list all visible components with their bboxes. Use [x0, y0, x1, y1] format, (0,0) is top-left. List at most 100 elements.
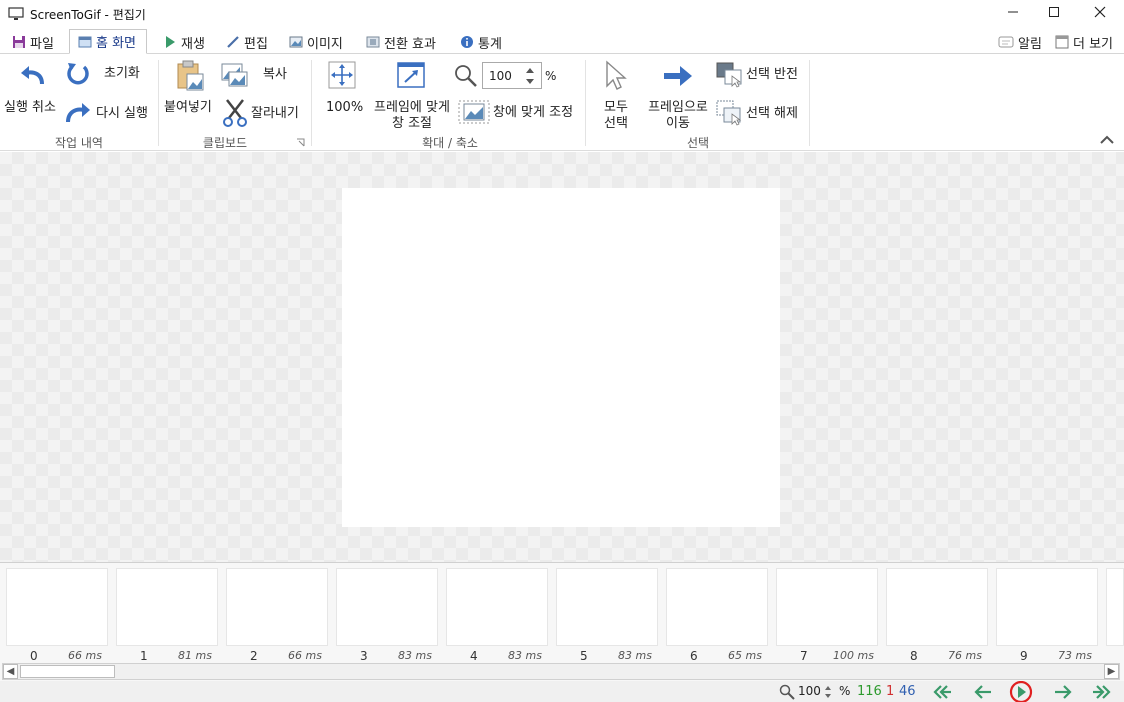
frame-thumbnail[interactable] [666, 568, 768, 646]
home-icon [78, 36, 92, 47]
frame-index: 5 [580, 649, 588, 663]
tab-label: 통계 [478, 36, 502, 52]
frame-index: 9 [1020, 649, 1028, 663]
frame-delay: 66 ms [288, 649, 322, 662]
frame-thumbnail[interactable] [336, 568, 438, 646]
previous-frame-button[interactable] [971, 682, 995, 702]
undo-icon [21, 66, 44, 85]
reset-label: 초기화 [104, 66, 140, 81]
invert-selection-label: 선택 반전 [746, 67, 798, 82]
frame-delay: 73 ms [1058, 649, 1092, 662]
fit-image-label: 창에 맞게 조정 [493, 105, 574, 120]
play-button[interactable] [1009, 681, 1033, 702]
zoom-magnifier-icon [779, 684, 795, 700]
arrow-left-icon [974, 685, 991, 699]
maximize-icon [1049, 7, 1059, 17]
play-icon [166, 36, 175, 48]
invert-selection-button[interactable]: 선택 반전 [716, 62, 806, 88]
spinner-icon[interactable] [525, 67, 535, 85]
scroll-left-button[interactable]: ◀ [3, 664, 18, 679]
frame-thumbnail[interactable] [6, 568, 108, 646]
frame-delay: 65 ms [728, 649, 762, 662]
scroll-right-button[interactable]: ▶ [1104, 664, 1119, 679]
pencil-icon [227, 36, 239, 48]
tab-playback[interactable]: 재생 [163, 30, 205, 54]
frame-thumbnail[interactable] [226, 568, 328, 646]
notification-icon [998, 36, 1014, 48]
frame-thumbnail[interactable] [446, 568, 548, 646]
cursor-icon [606, 60, 627, 90]
frame-index: 0 [30, 649, 38, 663]
scrollbar-thumb[interactable] [20, 665, 115, 678]
info-icon [461, 36, 473, 48]
chevron-left-icon: ◀ [6, 666, 15, 677]
next-frame-button[interactable] [1051, 682, 1075, 702]
cut-button[interactable]: 잘라내기 [221, 98, 307, 128]
tab-label: 파일 [30, 36, 54, 52]
selection-group-label: 선택 [686, 136, 710, 150]
tab-image[interactable]: 이미지 [289, 30, 343, 54]
frame-thumbnail[interactable] [886, 568, 988, 646]
undo-button[interactable]: 실행 취소 [4, 58, 62, 118]
tab-edit[interactable]: 편집 [226, 30, 268, 54]
status-zoom-spinner-icon[interactable] [824, 685, 832, 699]
zoom-100-button[interactable]: 100% [322, 58, 363, 118]
more-icon [1055, 35, 1069, 49]
tab-file[interactable]: 파일 [12, 30, 54, 54]
frame-delay: 83 ms [508, 649, 542, 662]
chevron-right-icon: ▶ [1107, 666, 1116, 677]
dialog-launcher-icon[interactable] [296, 138, 305, 147]
go-to-frame-button[interactable]: 프레임으로 이동 [644, 58, 712, 131]
tab-transitions[interactable]: 전환 효과 [366, 30, 436, 54]
frame-thumbnail[interactable] [776, 568, 878, 646]
editor-canvas-area[interactable] [0, 152, 1124, 562]
fit-window-label-1: 프레임에 맞게 [374, 100, 450, 115]
collapse-ribbon-icon[interactable] [1100, 134, 1114, 144]
first-frame-button[interactable] [930, 682, 954, 702]
more-label: 더 보기 [1073, 36, 1114, 52]
zoom-input-value: 100 [489, 69, 512, 83]
monitor-icon [8, 7, 24, 20]
frame-delay: 81 ms [178, 649, 212, 662]
frame-index: 2 [250, 649, 258, 663]
select-all-button[interactable]: 모두 선택 [598, 58, 634, 131]
notifications-button[interactable]: 알림 [998, 30, 1042, 54]
zoom-input[interactable]: 100 [482, 62, 542, 89]
reset-button[interactable]: 초기화 [64, 60, 148, 88]
select-all-label-1: 모두 [604, 100, 628, 115]
frame-thumbnail[interactable] [116, 568, 218, 646]
paste-button[interactable]: 붙여넣기 [163, 58, 219, 120]
copy-button[interactable]: 복사 [221, 62, 293, 90]
image-icon [289, 36, 303, 48]
status-zoom-value[interactable]: 100 [798, 684, 821, 698]
tab-home[interactable]: 홈 화면 [69, 29, 148, 54]
close-button[interactable] [1077, 0, 1123, 24]
select-all-label-2: 선택 [604, 116, 628, 131]
fit-image-button[interactable]: 창에 맞게 조정 [458, 100, 582, 126]
deselect-label: 선택 해제 [746, 106, 798, 121]
minimize-button[interactable] [990, 0, 1036, 24]
frame-thumbnail[interactable] [996, 568, 1098, 646]
frame-index: 8 [910, 649, 918, 663]
fit-window-button[interactable]: 프레임에 맞게 창 조절 [370, 58, 454, 131]
redo-icon [66, 103, 90, 123]
frame-thumbnail-partial[interactable] [1106, 568, 1124, 646]
more-button[interactable]: 더 보기 [1055, 30, 1113, 54]
copy-icon [221, 63, 248, 87]
title-bar: ScreenToGif - 편집기 [0, 0, 1124, 28]
last-frame-button[interactable] [1090, 682, 1114, 702]
timeline-scrollbar[interactable]: ◀ ▶ [2, 663, 1120, 680]
frame-thumbnail[interactable] [556, 568, 658, 646]
clipboard-group-label: 클립보드 [202, 136, 248, 150]
redo-button[interactable]: 다시 실행 [64, 98, 154, 128]
zoom-percent-label: % [545, 69, 557, 83]
deselect-button[interactable]: 선택 해제 [716, 100, 806, 126]
tab-statistics[interactable]: 통계 [460, 30, 502, 54]
tab-label: 전환 효과 [384, 36, 436, 52]
fit-screen-icon [328, 61, 356, 89]
frame-delay: 83 ms [398, 649, 432, 662]
go-to-frame-label-1: 프레임으로 [648, 100, 708, 115]
tab-label: 홈 화면 [96, 36, 137, 51]
maximize-button[interactable] [1031, 0, 1077, 24]
frame-index: 1 [140, 649, 148, 663]
